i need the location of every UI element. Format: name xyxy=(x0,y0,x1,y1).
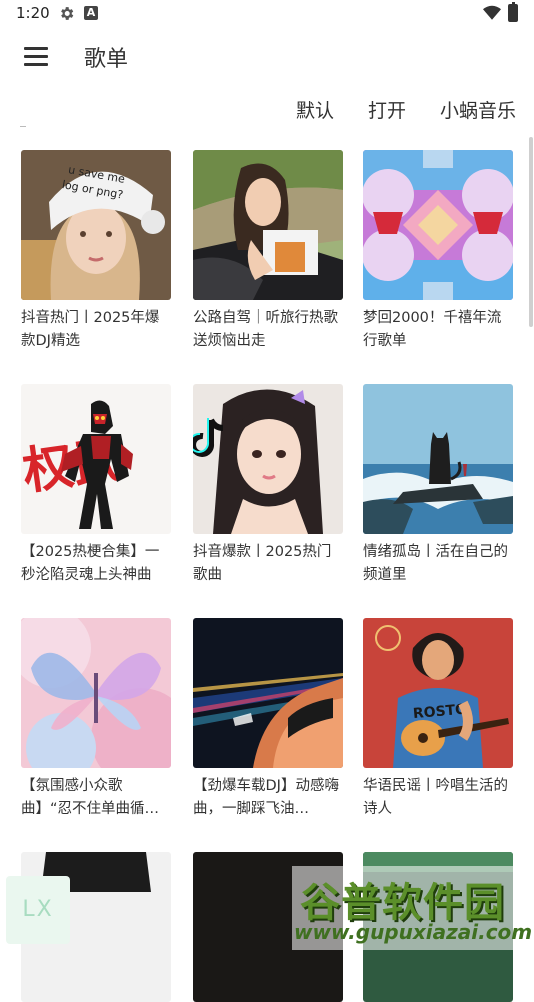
app-bar: 歌单 xyxy=(0,28,534,86)
source-tabs: 默认 打开 小蜗音乐 xyxy=(296,96,516,126)
playlist-card[interactable]: 权武 【2025热梗合集】一秒沦陷灵魂上头神曲 xyxy=(21,384,171,587)
playlist-card[interactable]: 【劲爆车载DJ】动感嗨曲，一脚踩飞油… xyxy=(193,618,343,821)
playlist-cover: 权武 xyxy=(21,384,171,534)
tab-open[interactable]: 打开 xyxy=(368,96,406,126)
playlist-card[interactable]: u save me log or png? 抖音热门丨2025年爆款DJ精选 xyxy=(21,150,171,353)
playlist-card[interactable]: 梦回2000！千禧年流行歌单 xyxy=(363,150,513,353)
playlist-card[interactable]: 情绪孤岛丨活在自己的频道里 xyxy=(363,384,513,587)
playlist-title: 抖音热门丨2025年爆款DJ精选 xyxy=(21,310,160,349)
playlist-cover: ROSTO xyxy=(363,618,513,768)
playlist-title: 公路自驾｜听旅行热歌送烦恼出走 xyxy=(193,310,338,349)
tab-default[interactable]: 默认 xyxy=(296,96,334,126)
watermark-url: www.gupuxiazai.com xyxy=(294,920,533,944)
playlist-title: 【2025热梗合集】一秒沦陷灵魂上头神曲 xyxy=(21,544,160,583)
tab-xiaowo-music[interactable]: 小蜗音乐 xyxy=(440,96,516,126)
lx-floating-logo[interactable]: LX xyxy=(6,876,70,944)
playlist-card[interactable]: 抖音爆款丨2025热门歌曲 xyxy=(193,384,343,587)
playlist-title: 梦回2000！千禧年流行歌单 xyxy=(363,310,502,349)
playlist-cover xyxy=(193,150,343,300)
tab-indicator xyxy=(20,126,26,127)
wifi-icon xyxy=(483,5,501,20)
battery-icon xyxy=(508,2,518,22)
playlist-title: 【劲爆车载DJ】动感嗨曲，一脚踩飞油… xyxy=(193,778,339,817)
playlist-card[interactable]: 【氛围感小众歌曲】“忍不住单曲循… xyxy=(21,618,171,821)
status-time: 1:20 xyxy=(16,4,50,22)
playlist-cover: u save me log or png? xyxy=(21,150,171,300)
page-title: 歌单 xyxy=(84,47,129,72)
hamburger-menu-icon[interactable] xyxy=(22,44,50,68)
playlist-cover xyxy=(193,384,343,534)
playlist-card[interactable]: ROSTO 华语民谣丨吟唱生活的诗人 xyxy=(363,618,513,821)
playlist-title: 华语民谣丨吟唱生活的诗人 xyxy=(363,778,508,817)
playlist-title: 抖音爆款丨2025热门歌曲 xyxy=(193,544,332,583)
playlist-cover xyxy=(193,618,343,768)
watermark: 谷普软件园 www.gupuxiazai.com xyxy=(292,866,534,950)
a-icon: A xyxy=(84,6,98,20)
playlist-cover xyxy=(363,384,513,534)
playlist-cover xyxy=(21,618,171,768)
playlist-title: 【氛围感小众歌曲】“忍不住单曲循… xyxy=(21,778,160,817)
gear-icon xyxy=(61,7,74,20)
playlist-title: 情绪孤岛丨活在自己的频道里 xyxy=(363,544,508,583)
playlist-cover xyxy=(363,150,513,300)
scrollbar[interactable] xyxy=(529,137,533,327)
status-bar: 1:20 A xyxy=(0,0,534,28)
playlist-card[interactable]: 公路自驾｜听旅行热歌送烦恼出走 xyxy=(193,150,343,353)
